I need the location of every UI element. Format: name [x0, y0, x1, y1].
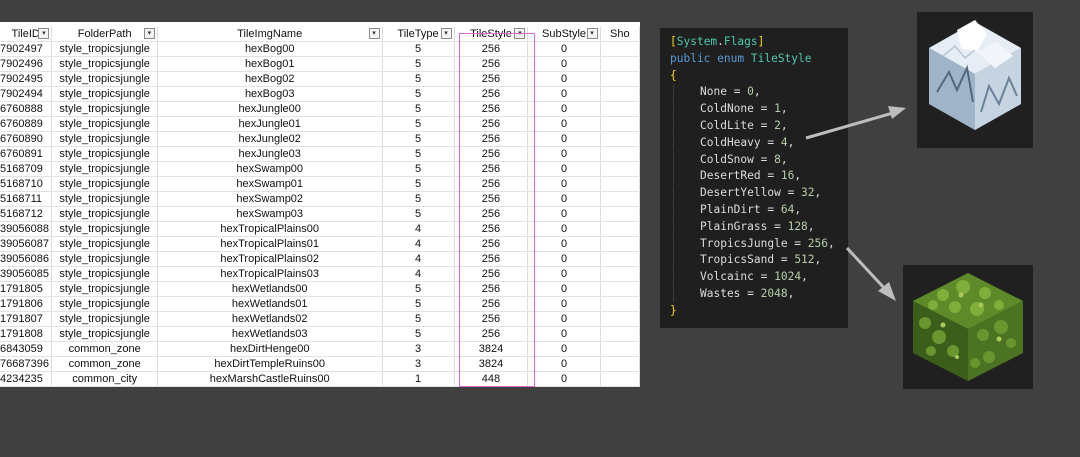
arrow-to-jungle-tile [845, 246, 896, 301]
jungle-tile-icon [913, 273, 1023, 381]
snow-mountain-tile-icon [929, 20, 1021, 130]
snow-mountain-tile [917, 12, 1033, 148]
jungle-tile [903, 265, 1033, 389]
arrow-to-snow-tile [805, 106, 906, 140]
